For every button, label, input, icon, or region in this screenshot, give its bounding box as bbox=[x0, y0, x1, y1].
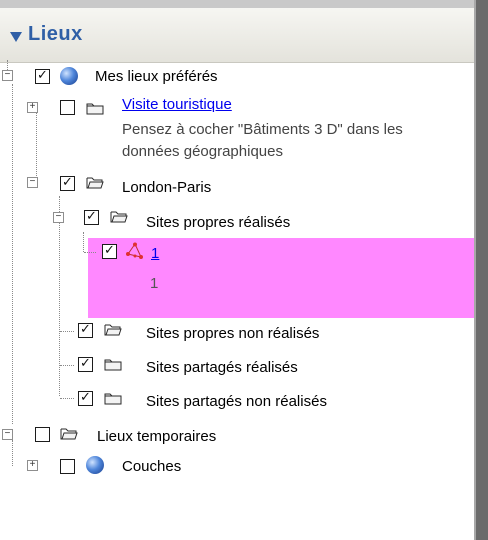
own-sites-done-label[interactable]: Sites propres réalisés bbox=[146, 214, 290, 231]
my-places-label[interactable]: Mes lieux préférés bbox=[95, 68, 218, 85]
own-sites-not-done-label[interactable]: Sites propres non réalisés bbox=[146, 325, 319, 342]
globe-icon bbox=[86, 456, 104, 474]
own-sites-not-done-checkbox[interactable]: ✓ bbox=[78, 321, 93, 338]
folder-icon bbox=[104, 393, 122, 405]
temporary-places-checkbox[interactable] bbox=[35, 427, 50, 442]
open-folder-icon bbox=[110, 211, 128, 223]
places-panel-header[interactable]: Lieux bbox=[0, 8, 474, 63]
layers-label[interactable]: Couches bbox=[122, 458, 181, 475]
tree-guide-line bbox=[60, 331, 74, 332]
shared-sites-done-label[interactable]: Sites partagés réalisés bbox=[146, 359, 298, 376]
collapse-button[interactable]: − bbox=[2, 70, 13, 81]
folder-icon bbox=[104, 359, 122, 371]
expand-button[interactable]: + bbox=[27, 102, 38, 113]
collapse-button[interactable]: − bbox=[27, 177, 38, 188]
tourist-visit-description-line1: Pensez à cocher "Bâtiments 3 D" dans les bbox=[122, 121, 403, 138]
london-paris-checkbox[interactable]: ✓ bbox=[60, 174, 75, 191]
shared-sites-not-done-label[interactable]: Sites partagés non réalisés bbox=[146, 393, 327, 410]
layers-checkbox[interactable] bbox=[60, 459, 75, 474]
tourist-visit-link[interactable]: Visite touristique bbox=[122, 96, 232, 113]
folder-icon bbox=[86, 103, 104, 115]
shared-sites-not-done-checkbox[interactable]: ✓ bbox=[78, 389, 93, 406]
my-places-checkbox[interactable]: ✓ bbox=[35, 67, 50, 84]
expand-button[interactable]: + bbox=[27, 460, 38, 471]
panel-title: Lieux bbox=[28, 23, 83, 45]
pane-splitter-edge bbox=[474, 0, 476, 540]
collapse-triangle-icon[interactable] bbox=[10, 32, 22, 42]
tree-guide-line bbox=[36, 110, 37, 182]
temporary-places-label[interactable]: Lieux temporaires bbox=[97, 428, 216, 445]
tree-guide-line bbox=[84, 252, 96, 253]
own-sites-done-checkbox[interactable]: ✓ bbox=[84, 208, 99, 225]
path-icon bbox=[126, 242, 143, 259]
globe-icon bbox=[60, 67, 78, 85]
window-top-border bbox=[0, 0, 488, 8]
tree-guide-line bbox=[60, 365, 74, 366]
pane-splitter[interactable] bbox=[474, 0, 488, 540]
collapse-button[interactable]: − bbox=[53, 212, 64, 223]
tree-guide-line bbox=[12, 440, 13, 466]
path-item-checkbox[interactable]: ✓ bbox=[102, 242, 117, 259]
tree-guide-line bbox=[60, 398, 74, 399]
open-folder-icon bbox=[86, 177, 104, 189]
open-folder-icon bbox=[104, 324, 122, 336]
tree-guide-line bbox=[59, 196, 60, 396]
tree-guide-line bbox=[12, 84, 13, 424]
path-item-link[interactable]: 1 bbox=[151, 245, 159, 262]
collapse-button[interactable]: − bbox=[2, 429, 13, 440]
tourist-visit-description-line2: données géographiques bbox=[122, 143, 283, 160]
shared-sites-done-checkbox[interactable]: ✓ bbox=[78, 355, 93, 372]
tourist-visit-checkbox[interactable] bbox=[60, 100, 75, 115]
london-paris-label[interactable]: London-Paris bbox=[122, 179, 211, 196]
path-item-subtext: 1 bbox=[150, 275, 159, 292]
tree-guide-line bbox=[83, 232, 84, 252]
open-folder-icon bbox=[60, 428, 78, 440]
